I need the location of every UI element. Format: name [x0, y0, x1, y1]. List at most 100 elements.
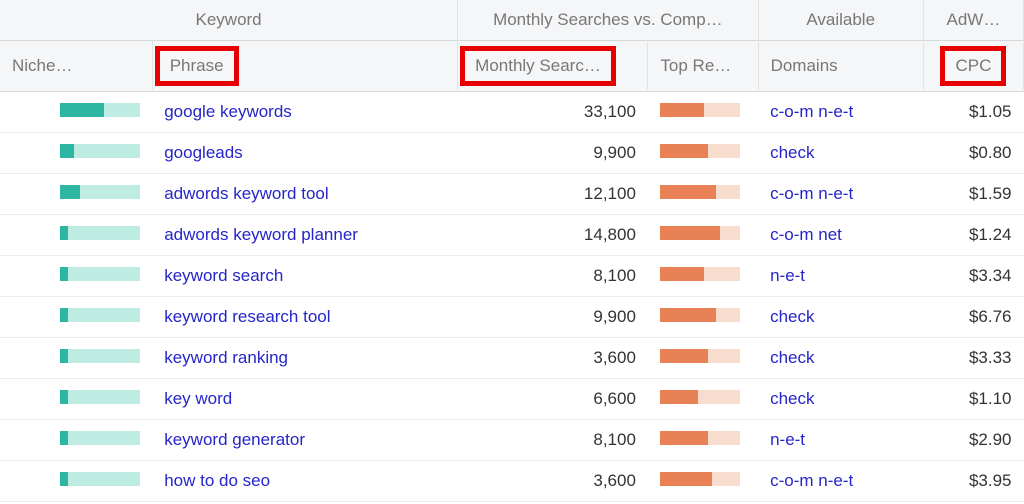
header-group-monthly[interactable]: Monthly Searches vs. Comp…	[458, 0, 758, 41]
domains-cell: c-o-m n-e-t	[758, 92, 923, 133]
phrase-link[interactable]: keyword ranking	[164, 348, 288, 367]
nicheness-bar	[60, 349, 140, 363]
phrase-link[interactable]: adwords keyword tool	[164, 184, 328, 203]
nicheness-bar	[60, 267, 140, 281]
table-row: how to do seo 3,600 c-o-m n-e-t $3.95	[0, 461, 1024, 502]
domain-link[interactable]: n-e-t	[770, 430, 805, 449]
nicheness-bar	[60, 144, 140, 158]
phrase-link[interactable]: adwords keyword planner	[164, 225, 358, 244]
monthly-searches-cell: 9,900	[458, 297, 648, 338]
header-col-domains[interactable]: Domains	[758, 41, 923, 92]
top-result-cell	[648, 379, 758, 420]
domain-link[interactable]: check	[770, 143, 814, 162]
cpc-cell: $6.76	[923, 297, 1023, 338]
nicheness-cell	[0, 297, 152, 338]
domain-link[interactable]: check	[770, 348, 814, 367]
domain-link[interactable]: c-o-m n-e-t	[770, 102, 853, 121]
highlight-phrase: Phrase	[155, 46, 239, 86]
highlight-monthly: Monthly Searc…	[460, 46, 616, 86]
nicheness-cell	[0, 92, 152, 133]
monthly-searches-cell: 14,800	[458, 215, 648, 256]
table-row: adwords keyword tool12,100c-o-m n-e-t$1.…	[0, 174, 1024, 215]
phrase-cell: googleads	[152, 133, 457, 174]
domains-cell: n-e-t	[758, 420, 923, 461]
header-col-phrase[interactable]: Phrase	[152, 41, 457, 92]
top-result-cell	[648, 215, 758, 256]
header-col-monthly[interactable]: Monthly Searc…	[458, 41, 648, 92]
top-result-cell	[648, 461, 758, 502]
nicheness-cell	[0, 420, 152, 461]
phrase-link[interactable]: how to do seo	[164, 471, 270, 490]
header-col-cpc[interactable]: CPC	[923, 41, 1023, 92]
domains-cell: c-o-m net	[758, 215, 923, 256]
table-row: keyword research tool 9,900 check $6.76	[0, 297, 1024, 338]
top-result-cell	[648, 133, 758, 174]
phrase-cell: keyword ranking	[152, 338, 457, 379]
cpc-cell: $2.90	[923, 420, 1023, 461]
top-result-bar	[660, 144, 740, 158]
header-col-top[interactable]: Top Re…	[648, 41, 758, 92]
nicheness-cell	[0, 133, 152, 174]
nicheness-bar	[60, 390, 140, 404]
phrase-link[interactable]: key word	[164, 389, 232, 408]
phrase-cell: how to do seo	[152, 461, 457, 502]
cpc-cell: $1.05	[923, 92, 1023, 133]
phrase-cell: keyword search	[152, 256, 457, 297]
nicheness-cell	[0, 174, 152, 215]
domain-link[interactable]: check	[770, 389, 814, 408]
domain-link[interactable]: c-o-m n-e-t	[770, 471, 853, 490]
phrase-link[interactable]: keyword generator	[164, 430, 305, 449]
phrase-link[interactable]: googleads	[164, 143, 242, 162]
top-result-bar	[660, 103, 740, 117]
cpc-cell: $0.80	[923, 133, 1023, 174]
phrase-cell: keyword generator	[152, 420, 457, 461]
table-row: keyword ranking3,600check$3.33	[0, 338, 1024, 379]
domains-cell: check	[758, 133, 923, 174]
table-row: keyword search8,100n-e-t$3.34	[0, 256, 1024, 297]
top-result-bar	[660, 431, 740, 445]
top-result-bar	[660, 349, 740, 363]
nicheness-bar	[60, 103, 140, 117]
header-group-keyword[interactable]: Keyword	[0, 0, 458, 41]
keyword-table: Keyword Monthly Searches vs. Comp… Avail…	[0, 0, 1024, 502]
table-row: adwords keyword planner 14,800 c-o-m net $1…	[0, 215, 1024, 256]
table-row: googleads9,900check$0.80	[0, 133, 1024, 174]
nicheness-cell	[0, 256, 152, 297]
monthly-searches-cell: 6,600	[458, 379, 648, 420]
phrase-link[interactable]: google keywords	[164, 102, 292, 121]
monthly-searches-cell: 3,600	[458, 461, 648, 502]
cpc-cell: $1.24	[923, 215, 1023, 256]
nicheness-bar	[60, 472, 140, 486]
header-group-available[interactable]: Available	[758, 0, 923, 41]
nicheness-bar	[60, 185, 140, 199]
phrase-link[interactable]: keyword research tool	[164, 307, 330, 326]
cpc-cell: $3.34	[923, 256, 1023, 297]
top-result-cell	[648, 174, 758, 215]
nicheness-cell	[0, 379, 152, 420]
phrase-link[interactable]: keyword search	[164, 266, 283, 285]
domain-link[interactable]: n-e-t	[770, 266, 805, 285]
header-col-niche[interactable]: Niche…	[0, 41, 152, 92]
domains-cell: c-o-m n-e-t	[758, 461, 923, 502]
domain-link[interactable]: check	[770, 307, 814, 326]
header-group-adwords[interactable]: AdW…	[923, 0, 1023, 41]
table-row: google keywords 33,100 c-o-m n-e-t $1.05	[0, 92, 1024, 133]
top-result-bar	[660, 185, 740, 199]
top-result-bar	[660, 226, 740, 240]
domain-link[interactable]: c-o-m n-e-t	[770, 184, 853, 203]
domain-link[interactable]: c-o-m net	[770, 225, 842, 244]
nicheness-cell	[0, 461, 152, 502]
top-result-bar	[660, 390, 740, 404]
domains-cell: check	[758, 297, 923, 338]
phrase-cell: google keywords	[152, 92, 457, 133]
table-row: keyword generator8,100n-e-t$2.90	[0, 420, 1024, 461]
cpc-cell: $1.10	[923, 379, 1023, 420]
phrase-cell: adwords keyword tool	[152, 174, 457, 215]
monthly-searches-cell: 33,100	[458, 92, 648, 133]
cpc-cell: $3.95	[923, 461, 1023, 502]
header-columns-row: Niche… Phrase Monthly Searc… Top Re… Dom…	[0, 41, 1024, 92]
top-result-cell	[648, 420, 758, 461]
nicheness-bar	[60, 226, 140, 240]
table-row: key word 6,600 check $1.10	[0, 379, 1024, 420]
highlight-cpc: CPC	[940, 46, 1006, 86]
